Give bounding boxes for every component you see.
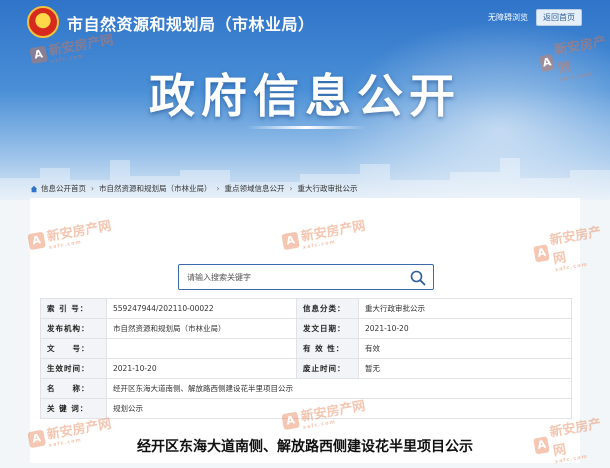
table-row: 名 称： 经开区东海大道南侧、解放路西侧建设花半里项目公示: [40, 378, 572, 399]
meta-value: 市自然资源和规划局（市林业局）: [106, 318, 297, 339]
meta-key: 发布机构：: [40, 318, 107, 339]
table-row: 生效时间： 2021-10-20 废止时间： 暂无: [40, 358, 572, 379]
meta-key: 发文日期：: [296, 318, 359, 339]
meta-value: 规划公示: [106, 398, 572, 419]
document-title: 经开区东海大道南侧、解放路西侧建设花半里项目公示: [137, 439, 473, 455]
home-button[interactable]: 返回首页: [536, 9, 582, 26]
meta-value: 有效: [358, 338, 572, 359]
meta-key: 关 键 词：: [40, 398, 107, 419]
breadcrumb-item[interactable]: 重点领域信息公开: [225, 183, 285, 194]
meta-value: 暂无: [358, 358, 572, 379]
breadcrumb-item[interactable]: 信息公开首页: [41, 183, 86, 194]
site-title: 市自然资源和规划局（市林业局）: [67, 15, 315, 34]
breadcrumb-separator: ›: [289, 184, 293, 193]
meta-value: 2021-10-20: [106, 358, 297, 379]
banner-title: 政府信息公开: [149, 69, 461, 123]
meta-value: 2021-10-20: [358, 318, 572, 339]
title-underline: [246, 126, 366, 129]
accessibility-link[interactable]: 无障碍浏览: [488, 12, 528, 23]
meta-value: 559247944/202110-00022: [106, 298, 297, 319]
national-emblem-icon: [27, 6, 59, 38]
meta-key: 有 效 性：: [296, 338, 359, 359]
table-row: 关 键 词： 规划公示: [40, 398, 572, 419]
meta-key: 生效时间：: [40, 358, 107, 379]
table-row: 索 引 号： 559247944/202110-00022 信息分类： 重大行政…: [40, 298, 572, 319]
top-links: 无障碍浏览 返回首页: [488, 9, 582, 26]
meta-key: 废止时间：: [296, 358, 359, 379]
meta-key: 信息分类：: [296, 298, 359, 319]
breadcrumb: 信息公开首页 › 市自然资源和规划局（市林业局） › 重点领域信息公开 › 重大…: [30, 183, 358, 194]
breadcrumb-separator: ›: [91, 184, 94, 193]
search-input[interactable]: [187, 272, 407, 282]
breadcrumb-item[interactable]: 重大行政审批公示: [298, 183, 358, 194]
meta-value: [106, 338, 297, 359]
meta-value: 经开区东海大道南侧、解放路西侧建设花半里项目公示: [106, 378, 572, 399]
metadata-table: 索 引 号： 559247944/202110-00022 信息分类： 重大行政…: [40, 298, 572, 419]
meta-value: 重大行政审批公示: [358, 298, 572, 319]
search-icon[interactable]: [409, 269, 427, 287]
meta-key: 名 称：: [40, 378, 107, 399]
meta-key: 索 引 号：: [40, 298, 107, 319]
meta-key: 文 号：: [40, 338, 107, 359]
search-box: [178, 264, 434, 290]
table-row: 文 号： 有 效 性： 有效: [40, 338, 572, 359]
table-row: 发布机构： 市自然资源和规划局（市林业局） 发文日期： 2021-10-20: [40, 318, 572, 339]
breadcrumb-item[interactable]: 市自然资源和规划局（市林业局）: [99, 183, 212, 194]
breadcrumb-separator: ›: [216, 184, 220, 193]
home-icon: [30, 185, 38, 192]
